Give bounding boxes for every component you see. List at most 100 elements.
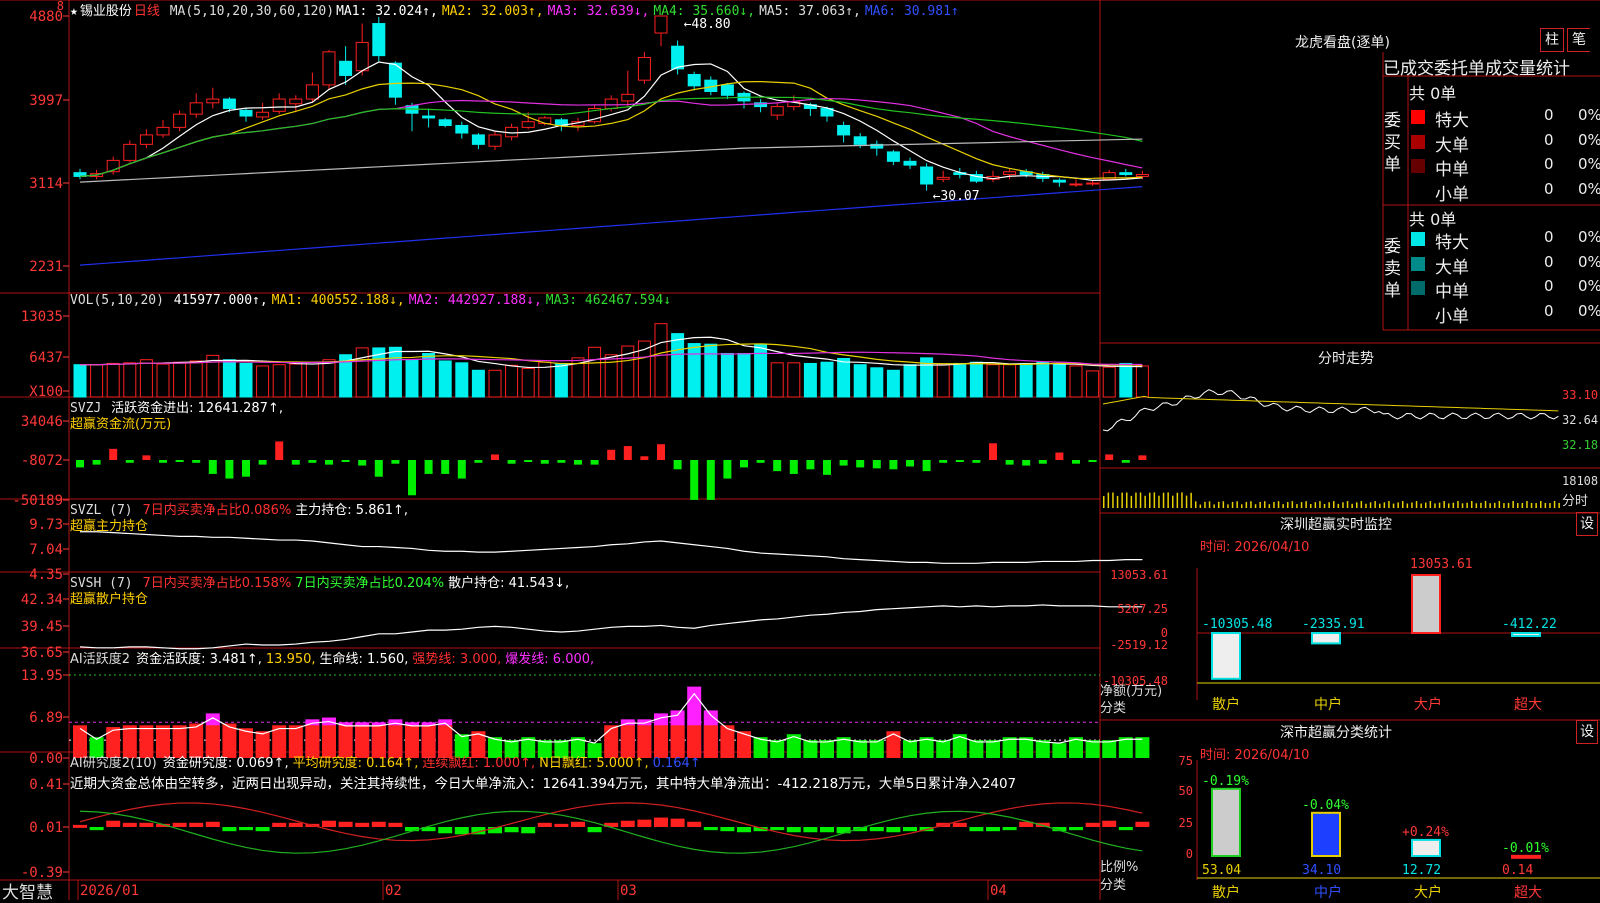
buy-total: 共 0单 bbox=[1409, 84, 1457, 103]
sz-class-settings-button[interactable]: 设 bbox=[1576, 720, 1598, 744]
fundflow-bar bbox=[972, 460, 981, 463]
volume-bar bbox=[803, 362, 817, 398]
intraday-vol-bar bbox=[1153, 492, 1156, 508]
fundflow-bar bbox=[524, 460, 533, 462]
svzl-subtitle: 超赢主力持仓 bbox=[70, 519, 149, 534]
column-view-button[interactable]: 柱 bbox=[1540, 28, 1564, 52]
fundflow-bar bbox=[922, 460, 931, 472]
volume-bar bbox=[222, 359, 236, 398]
intraday-vol-bar bbox=[1558, 502, 1560, 508]
sz-class-ylabel: 比例% bbox=[1100, 860, 1139, 875]
volume-bar bbox=[272, 364, 286, 398]
pen-view-button[interactable]: 笔 bbox=[1567, 28, 1590, 52]
research-bar bbox=[454, 827, 469, 835]
research-bar bbox=[952, 822, 967, 827]
research-bar bbox=[521, 827, 536, 834]
axis-label-price: 2231 bbox=[29, 259, 63, 275]
intraday-vol-bar bbox=[1480, 502, 1482, 508]
intraday-vol-label: 分时 bbox=[1562, 494, 1589, 509]
fundflow-bar bbox=[756, 460, 765, 463]
activity-bar bbox=[853, 740, 868, 758]
axis-label-price: 3997 bbox=[29, 93, 63, 109]
intraday-vol-bar bbox=[1208, 501, 1211, 508]
dragon-tabs[interactable]: 已成交委托单成交量统计 bbox=[1383, 54, 1570, 79]
volume-bar bbox=[123, 362, 137, 398]
sell-row-3-name: 小单 bbox=[1435, 306, 1469, 327]
price-header: ★ 锡业股份 日线 MA(5,10,20,30,60,120) MA1: 32.024… bbox=[70, 0, 965, 19]
research-bar bbox=[322, 820, 336, 827]
fundflow-bar bbox=[225, 460, 234, 479]
intraday-vol-bar bbox=[1236, 501, 1238, 508]
period-label[interactable]: 日线 bbox=[134, 4, 160, 19]
intraday-vol-bar bbox=[1356, 502, 1358, 508]
fundflow-bar bbox=[872, 460, 881, 469]
research-bar bbox=[205, 821, 220, 827]
research-bar bbox=[786, 827, 801, 833]
candle-body bbox=[936, 176, 950, 180]
intraday-vol-bar bbox=[1149, 492, 1151, 508]
intraday-vol-bar bbox=[1402, 501, 1404, 508]
buy-swatch-3 bbox=[1411, 183, 1425, 198]
sz-class-bar bbox=[1311, 811, 1341, 857]
ai-value-4: 爆发线: 6.000, bbox=[505, 652, 595, 667]
research-bar bbox=[670, 818, 685, 827]
intraday-vol-bar bbox=[1365, 503, 1367, 508]
ma-value-3: MA4: 35.660↓, bbox=[653, 4, 756, 19]
intraday-vol-bar bbox=[1369, 502, 1372, 508]
sz-monitor-category: 大户 bbox=[1414, 696, 1442, 713]
buy-row-3-val: 0 bbox=[1544, 179, 1554, 198]
intraday-vol-bar bbox=[1494, 502, 1496, 508]
axis-label-svsh: 39.45 bbox=[21, 619, 63, 635]
sz-monitor-value: -2335.91 bbox=[1302, 617, 1365, 632]
sz-class-category: 大户 bbox=[1414, 884, 1442, 900]
volume-bar bbox=[173, 361, 187, 398]
stock-name[interactable]: 锡业股份 bbox=[80, 4, 132, 19]
volume-bar bbox=[322, 359, 336, 398]
research-bar bbox=[986, 827, 1000, 832]
intraday-vol-bar bbox=[1535, 503, 1537, 508]
intraday-vol-bar bbox=[1457, 501, 1459, 508]
sell-swatch-3 bbox=[1411, 305, 1425, 320]
ai2-value-2: 连续飘红: 1.000↑, bbox=[422, 756, 536, 771]
sz-monitor-settings-button[interactable]: 设 bbox=[1576, 512, 1598, 536]
sell-side-label: 委卖单 bbox=[1384, 237, 1401, 301]
candle-body bbox=[837, 124, 851, 136]
sz-monitor-ytick: 13053.61 bbox=[1110, 568, 1168, 582]
svzj-subtitle: 超赢资金流(万元) bbox=[70, 417, 172, 432]
candle-body bbox=[139, 134, 153, 145]
research-bar bbox=[654, 817, 668, 827]
research-bar bbox=[338, 821, 353, 827]
research-bar bbox=[737, 827, 751, 833]
volume-bar bbox=[239, 362, 253, 398]
intraday-vol-bar bbox=[1544, 502, 1547, 508]
svzl-line bbox=[80, 531, 1143, 564]
sz-monitor-bar bbox=[1511, 632, 1541, 637]
sell-row-2-val: 0 bbox=[1544, 277, 1554, 295]
volume-bar bbox=[388, 346, 402, 398]
intraday-vol-bar bbox=[1379, 503, 1381, 508]
fundflow-bar bbox=[856, 460, 865, 468]
fundflow-bar bbox=[1105, 454, 1114, 460]
fundflow-bar bbox=[92, 460, 101, 465]
buy-row-2-val: 0 bbox=[1544, 155, 1554, 173]
ai2-comment: 近期大资金总体由空转多，近两日出现异动，关注其持续性，今日大单净流入：12641… bbox=[70, 776, 1017, 792]
favorite-star-icon[interactable]: ★ bbox=[70, 4, 78, 19]
axis-label-ai: 13.95 bbox=[21, 668, 63, 684]
research-bar bbox=[255, 827, 270, 832]
intraday-vol-bar bbox=[1498, 501, 1501, 508]
intraday-vol-bar bbox=[1521, 502, 1524, 508]
intraday-vol-bar bbox=[1484, 501, 1487, 508]
intraday-price-2: 32.64 bbox=[1562, 413, 1599, 427]
intraday-vol-bar bbox=[1443, 501, 1445, 508]
volume-bar bbox=[687, 343, 701, 398]
ma5-line bbox=[79, 61, 1143, 182]
fundflow-bar bbox=[358, 460, 367, 466]
fundflow-bar bbox=[507, 460, 516, 464]
sz-class-value: 53.04 bbox=[1202, 863, 1241, 878]
candle-body bbox=[853, 136, 867, 145]
fundflow-bar bbox=[1055, 452, 1064, 460]
sz-class-bar bbox=[1511, 854, 1541, 859]
activity-bar bbox=[1135, 737, 1150, 758]
sz-monitor-xlabel: 分类 bbox=[1100, 701, 1127, 716]
activity-bar bbox=[936, 740, 951, 758]
